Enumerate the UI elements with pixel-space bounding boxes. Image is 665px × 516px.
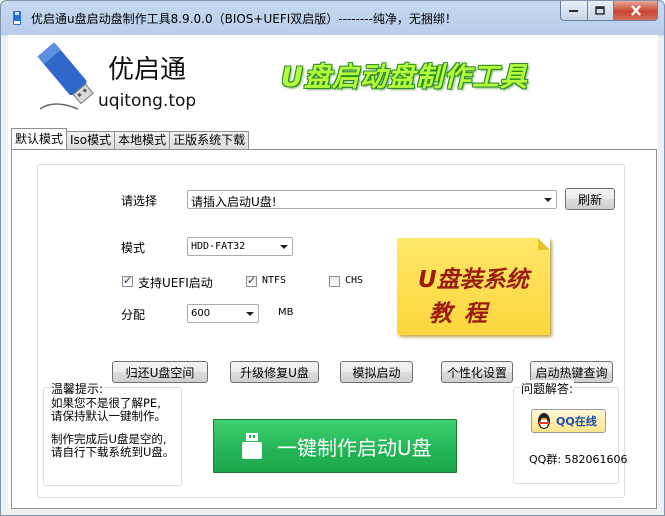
alloc-label: 分配 [121,308,146,322]
refresh-label: 刷新 [577,192,602,207]
chevron-down-icon [246,312,254,316]
app-icon [13,11,21,25]
simulate-boot-button[interactable]: 模拟启动 [340,361,413,383]
app-window: 优启通u盘启动盘制作工具8.9.0.0（BIOS+UEFI双启版）-------… [0,0,665,516]
qq-group-number: QQ群: 582061606 [529,453,628,466]
simulate-boot-label: 模拟启动 [352,365,401,380]
client-area: 优启通 uqitong.top U盘启动盘制作工具 默认模式 Iso模式 本地模… [8,35,658,509]
restore-usb-button[interactable]: 归还U盘空间 [112,361,208,383]
tips-line2: 请保持默认一键制作。 [51,409,166,423]
one-key-create-label: 一键制作启动U盘 [277,435,432,460]
uefi-checkbox[interactable] [122,274,133,287]
mode-tabs: 默认模式 Iso模式 本地模式 正版系统下载 [11,128,250,149]
chevron-down-icon [280,245,288,249]
tutorial-banner[interactable]: U盘装系统 教程 [397,238,550,335]
device-select-value: 请插入启动U盘! [191,195,277,209]
page-fold-icon [538,238,550,250]
chs-checkbox[interactable] [329,276,340,287]
select-label: 请选择 [121,194,158,208]
restore-usb-label: 归还U盘空间 [125,365,195,380]
alloc-select[interactable]: 600 [187,304,259,323]
mode-label: 模式 [121,241,146,255]
slogan: U盘启动盘制作工具 [281,62,528,93]
qa-box: 问题解答: QQ在线 QQ群: 582061606 [513,380,628,484]
tab-system-download[interactable]: 正版系统下载 [169,131,250,149]
tips-box: 温馨提示: 如果您不是很了解PE, 请保持默认一键制作。 制作完成后U盘是空的,… [43,380,182,486]
tips-line4: 请自行下载系统到U盘。 [51,445,175,459]
alloc-unit: MB [278,307,294,318]
qq-online-button[interactable]: QQ在线 [531,409,606,433]
brand-name: 优启通 [108,55,187,85]
minimize-icon [569,9,578,12]
uefi-label: 支持UEFI启动 [138,276,213,290]
personalize-label: 个性化设置 [446,365,507,380]
personalize-button[interactable]: 个性化设置 [441,361,513,383]
tab-iso-mode[interactable]: Iso模式 [66,131,116,149]
title-bar[interactable]: 优启通u盘启动盘制作工具8.9.0.0（BIOS+UEFI双启版）-------… [1,1,664,35]
upgrade-repair-label: 升级修复U盘 [240,365,309,380]
minimize-button[interactable] [560,1,588,21]
ntfs-label: NTFS [262,275,287,286]
tutorial-line1: U盘装系统 [418,267,529,293]
window-title: 优启通u盘启动盘制作工具8.9.0.0（BIOS+UEFI双启版）-------… [31,12,457,26]
tab-local-mode[interactable]: 本地模式 [114,131,171,149]
hotkey-query-label: 启动热键查询 [535,365,608,380]
qq-online-label: QQ在线 [556,415,597,428]
header-banner: 优启通 uqitong.top U盘启动盘制作工具 [8,35,658,125]
device-select[interactable]: 请插入启动U盘! [187,190,557,209]
tab-default-mode[interactable]: 默认模式 [11,128,68,149]
close-icon [630,5,641,16]
close-button[interactable] [614,1,658,21]
mode-select-value: HDD-FAT32 [191,241,246,252]
one-key-create-button[interactable]: 一键制作启动U盘 [213,419,457,473]
chs-label: CHS [345,275,364,286]
tips-title: 温馨提示: [50,380,105,397]
qq-penguin-icon [538,413,550,429]
refresh-button[interactable]: 刷新 [565,188,615,210]
mode-select[interactable]: HDD-FAT32 [187,237,293,256]
maximize-icon [595,5,605,15]
upgrade-repair-button[interactable]: 升级修复U盘 [230,361,319,383]
brand-url: uqitong.top [98,91,197,111]
ntfs-checkbox[interactable] [246,274,257,287]
alloc-select-value: 600 [191,308,211,319]
usb-pen-logo-icon [37,42,94,110]
qa-title: 问题解答: [520,380,575,397]
chevron-down-icon [544,198,552,202]
tutorial-line2: 教程 [429,301,499,327]
usb-drive-icon [242,433,262,459]
maximize-button[interactable] [588,1,614,21]
